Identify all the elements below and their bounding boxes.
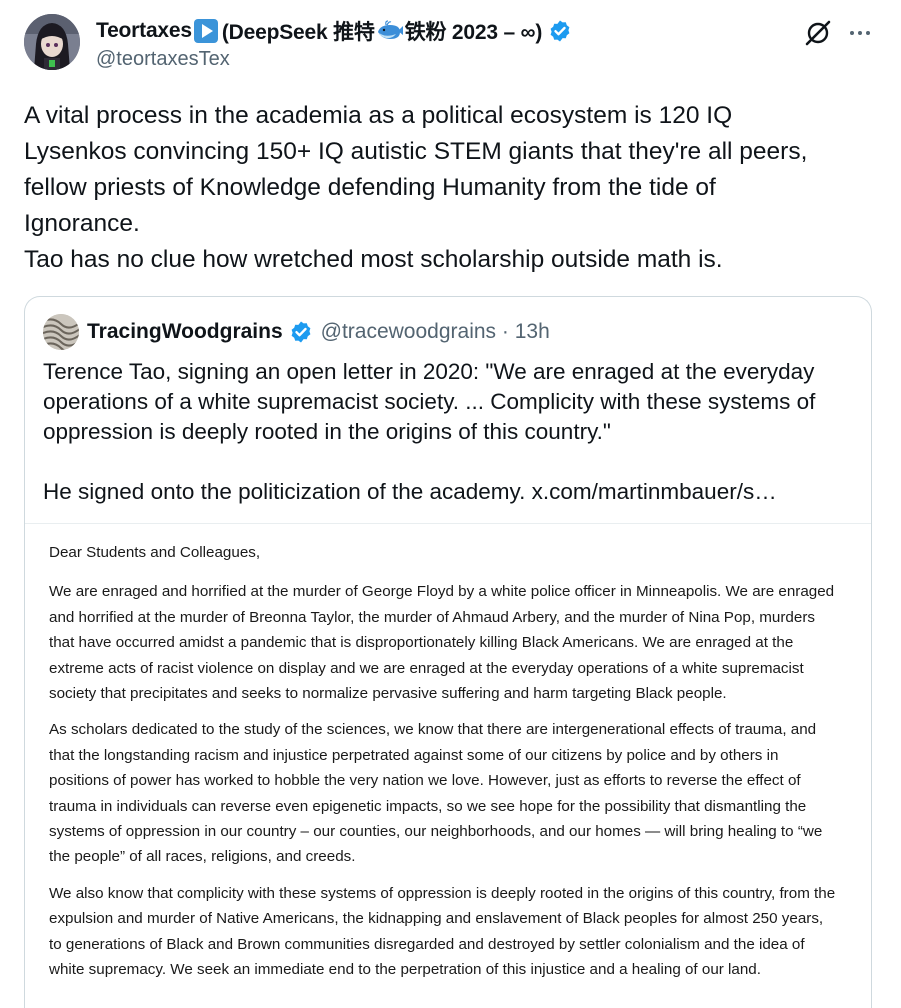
quoted-author-handle-time: @tracewoodgrains · 13h	[320, 320, 550, 343]
verified-badge-icon	[550, 20, 570, 42]
quoted-author-row[interactable]: TracingWoodgrains @tracewoodgrains · 13h	[87, 317, 550, 347]
quoted-tweet[interactable]: TracingWoodgrains @tracewoodgrains · 13h…	[24, 296, 872, 1008]
letter-line: that the longstanding racism and injusti…	[49, 746, 779, 764]
letter-line: systems of oppression in our country – o…	[49, 823, 823, 841]
author-display-name[interactable]: Teortaxes	[96, 19, 192, 43]
tweet-text-line: A vital process in the academia as a pol…	[24, 102, 733, 129]
quoted-tweet-text: Terence Tao, signing an open letter in 2…	[43, 357, 863, 507]
quoted-text-line: He signed onto the politicization of the…	[43, 477, 863, 507]
quoted-text-line: oppression is deeply rooted in the origi…	[43, 419, 611, 444]
letter-line: We also know that complicity with these …	[49, 884, 836, 902]
author-name-suffix-a: (DeepSeek 推特	[221, 21, 375, 44]
letter-line: the people” of all races, religions, and…	[49, 848, 356, 866]
quoted-text-line: Terence Tao, signing an open letter in 2…	[43, 359, 815, 384]
author-avatar[interactable]	[24, 14, 80, 70]
letter-salutation: Dear Students and Colleagues,	[49, 544, 261, 561]
letter-line: We are enraged and horrified at the murd…	[49, 583, 835, 601]
letter-line: white supremacy. We seek an immediate en…	[49, 961, 761, 979]
whale-emoji-icon	[377, 20, 403, 39]
letter-paragraph-3: We also know that complicity with these …	[49, 881, 859, 983]
tweet-text-line: Lysenkos convincing 150+ IQ autistic STE…	[24, 138, 808, 165]
author-name-row[interactable]: Teortaxes (DeepSeek 推特 铁粉 2023 – ∞)	[96, 16, 572, 46]
play-button-emoji-icon	[193, 19, 218, 43]
letter-image[interactable]: Dear Students and Colleagues, We are enr…	[25, 523, 871, 1008]
tweet-text-line: Tao has no clue how wretched most schola…	[24, 246, 723, 273]
quoted-author-name[interactable]: TracingWoodgrains	[87, 320, 283, 344]
author-name-suffix-b: 铁粉 2023 – ∞)	[404, 21, 543, 44]
letter-paragraph-1: We are enraged and horrified at the murd…	[49, 579, 859, 706]
letter-line: that have occurred amidst a pandemic tha…	[49, 634, 794, 652]
letter-paragraph-2: As scholars dedicated to the study of th…	[49, 717, 859, 869]
quoted-text-last: He signed onto the politicization of the…	[43, 479, 532, 504]
tweet: Teortaxes (DeepSeek 推特 铁粉 2023 – ∞) @teo…	[0, 0, 901, 1008]
verified-badge-icon	[291, 321, 311, 343]
letter-line: extreme acts of racist violence on displ…	[49, 659, 804, 677]
quoted-link[interactable]: x.com/martinmbauer/s…	[532, 479, 777, 504]
letter-line: expulsion and murder of Native Americans…	[49, 910, 824, 928]
more-options-icon[interactable]	[843, 18, 877, 48]
letter-line: society that precipitates and seeks to n…	[49, 685, 727, 703]
tweet-text: A vital process in the academia as a pol…	[24, 98, 884, 278]
letter-line: trauma in individuals can reverse even e…	[49, 797, 807, 815]
quoted-text-line: operations of a white supremacist societ…	[43, 389, 816, 414]
author-handle[interactable]: @teortaxesTex	[96, 48, 230, 71]
letter-line: to generations of Black and Brown commun…	[49, 935, 805, 953]
tweet-text-line: fellow priests of Knowledge defending Hu…	[24, 174, 716, 201]
letter-line: positions of power has worked to hobble …	[49, 772, 801, 790]
tweet-text-line: Ignorance.	[24, 210, 140, 237]
letter-line: As scholars dedicated to the study of th…	[49, 721, 817, 739]
grok-icon[interactable]	[803, 18, 833, 48]
letter-line: and horrified at the murder of Breonna T…	[49, 608, 815, 626]
quoted-author-avatar[interactable]	[43, 314, 79, 350]
